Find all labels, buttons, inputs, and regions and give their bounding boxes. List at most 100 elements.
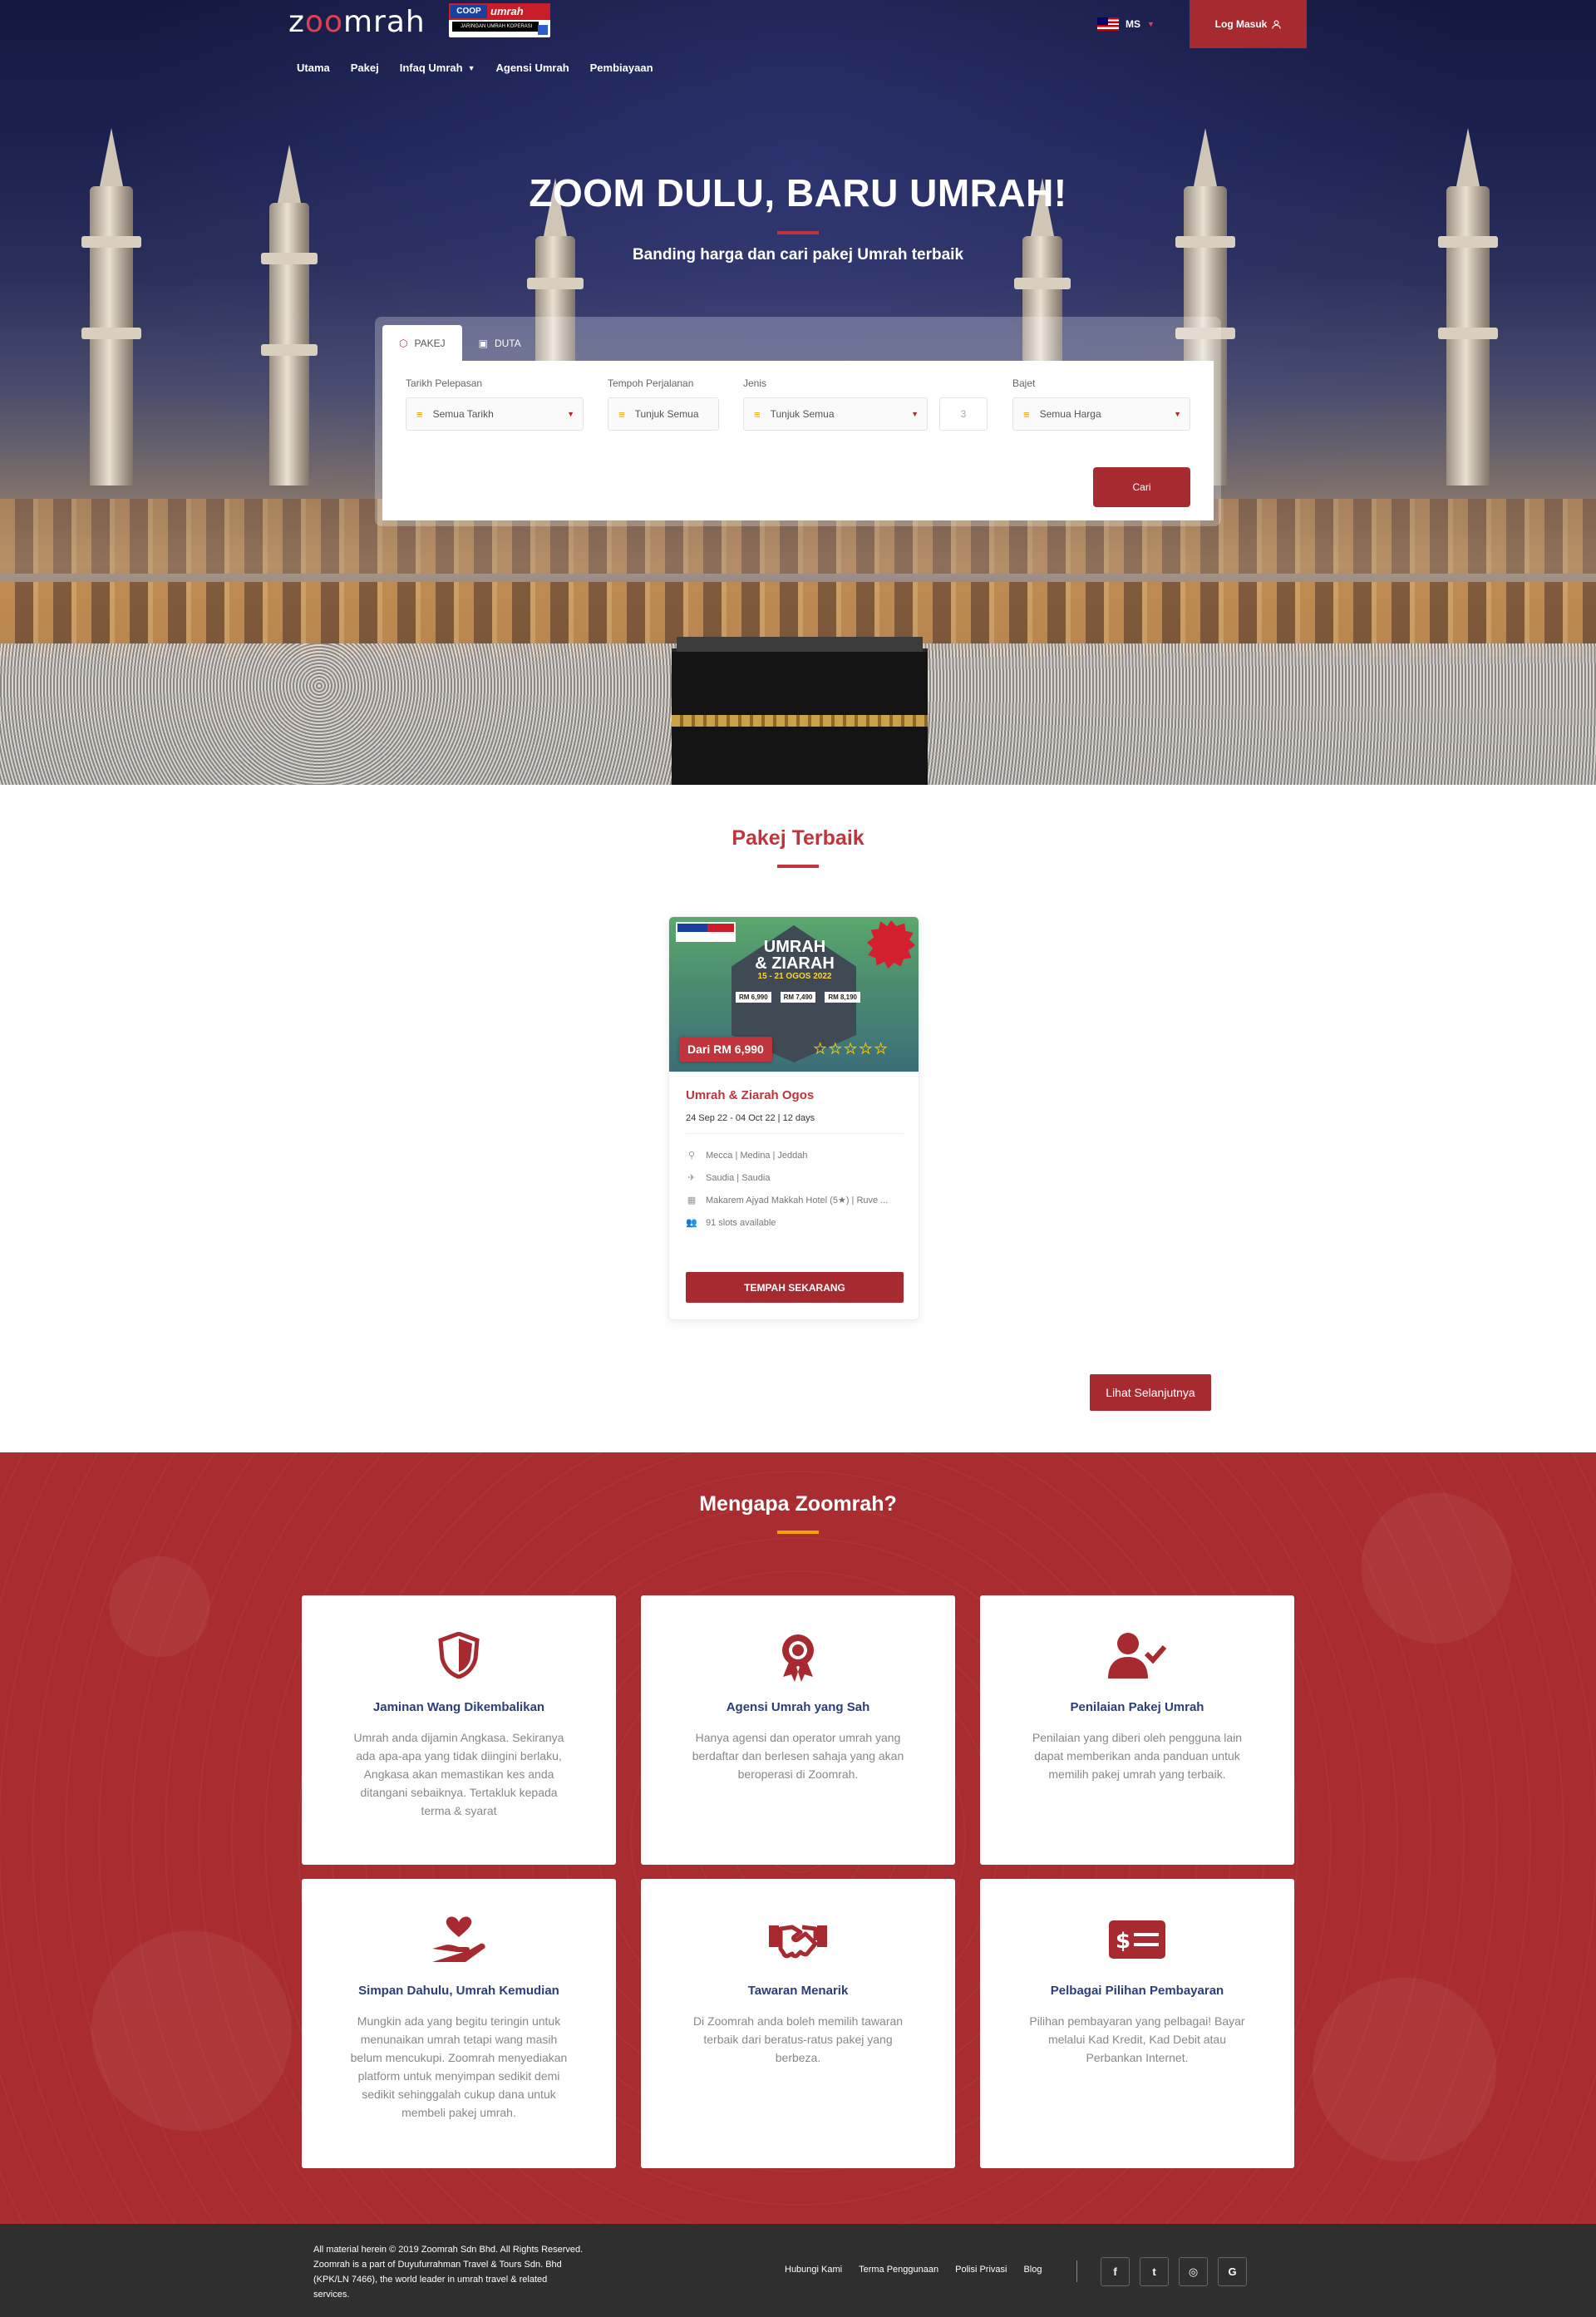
why-card-offers: Tawaran Menarik Di Zoomrah anda boleh me… xyxy=(641,1879,955,2168)
budget-select[interactable]: ≡ Semua Harga ▼ xyxy=(1012,397,1190,431)
package-poster[interactable]: UMRAH & ZIARAH 15 - 21 OGOS 2022 RM 6,990… xyxy=(669,917,919,1072)
instagram-icon[interactable]: ◎ xyxy=(1179,2257,1208,2286)
poster-date: 15 - 21 OGOS 2022 xyxy=(757,972,832,981)
departure-select[interactable]: ≡ Semua Tarikh ▼ xyxy=(406,397,584,431)
handshake-icon xyxy=(641,1915,955,1962)
why-card-savings: Simpan Dahulu, Umrah Kemudian Mungkin ad… xyxy=(302,1879,616,2168)
why-card-text: Mungkin ada yang begitu teringin untuk m… xyxy=(350,2014,568,2119)
nav-pembiayaan[interactable]: Pembiayaan xyxy=(590,62,653,74)
user-icon xyxy=(1272,19,1282,29)
book-now-button[interactable]: TEMPAH SEKARANG xyxy=(686,1272,904,1303)
footer-link-terms[interactable]: Terma Penggunaan xyxy=(859,2265,938,2275)
menu-icon: ≡ xyxy=(754,407,761,421)
package-name[interactable]: Umrah & Ziarah Ogos xyxy=(686,1088,814,1102)
footer-links: Hubungi Kami Terma Penggunaan Polisi Pri… xyxy=(785,2265,1042,2275)
package-slots: 👥 91 slots available xyxy=(686,1217,776,1229)
why-card-refund: Jaminan Wang Dikembalikan Umrah anda dij… xyxy=(302,1595,616,1865)
footer-link-privacy[interactable]: Polisi Privasi xyxy=(955,2265,1007,2275)
best-packages-title: Pakej Terbaik xyxy=(732,826,864,850)
type-select[interactable]: ≡ Tunjuk Semua ▼ xyxy=(743,397,928,431)
star-icon: ★ xyxy=(829,1041,842,1057)
main-nav: Utama Pakej Infaq Umrah ▼ Agensi Umrah Pe… xyxy=(297,62,653,74)
why-title: Mengapa Zoomrah? xyxy=(699,1492,897,1516)
nav-infaq-umrah[interactable]: Infaq Umrah ▼ xyxy=(400,62,475,74)
package-hotel: ▦ Makarem Ajyad Makkah Hotel (5★) | Ruve … xyxy=(687,1195,889,1205)
money-check-icon: $ xyxy=(980,1915,1294,1962)
language-selector[interactable]: MS ▼ xyxy=(1097,17,1155,31)
why-card-text: Pilihan pembayaran yang pelbagai! Bayar … xyxy=(1029,2014,1245,2064)
footer: All material herein © 2019 Zoomrah Sdn B… xyxy=(0,2224,1596,2317)
minaret-right-outer xyxy=(1438,186,1498,486)
award-icon xyxy=(641,1632,955,1682)
nav-utama[interactable]: Utama xyxy=(297,62,330,74)
menu-icon: ≡ xyxy=(1023,407,1030,421)
why-card-rating: Penilaian Pakej Umrah Penilaian yang dib… xyxy=(980,1595,1294,1865)
minaret-left-inner xyxy=(261,203,318,486)
divider xyxy=(686,1133,904,1134)
google-icon[interactable]: G xyxy=(1218,2257,1247,2286)
hero-subtitle: Banding harga dan cari pakej Umrah terba… xyxy=(632,246,964,264)
minaret-left-outer xyxy=(81,186,141,486)
package-card[interactable]: UMRAH & ZIARAH 15 - 21 OGOS 2022 RM 6,990… xyxy=(668,916,919,1320)
why-card-agency: Agensi Umrah yang Sah Hanya agensi dan o… xyxy=(641,1595,955,1865)
chevron-down-icon: ▼ xyxy=(911,410,919,418)
footer-separator xyxy=(1076,2260,1077,2282)
footer-link-contact[interactable]: Hubungi Kami xyxy=(785,2265,842,2275)
search-panel: Tarikh Pelepasan ≡ Semua Tarikh ▼ Tempoh… xyxy=(382,361,1214,520)
why-divider xyxy=(777,1531,819,1534)
menu-icon: ≡ xyxy=(416,407,423,421)
see-more-button[interactable]: Lihat Selanjutnya xyxy=(1090,1374,1211,1411)
why-card-title: Jaminan Wang Dikembalikan xyxy=(372,1700,545,1714)
chevron-down-icon: ▼ xyxy=(1174,410,1181,418)
tab-pakej[interactable]: ⬡ PAKEJ xyxy=(382,325,462,361)
package-dates: 24 Sep 22 - 04 Oct 22 | 12 days xyxy=(686,1113,815,1123)
user-check-icon xyxy=(980,1632,1294,1679)
users-icon: 👥 xyxy=(686,1218,697,1228)
kaaba xyxy=(672,637,928,785)
footer-link-blog[interactable]: Blog xyxy=(1023,2265,1042,2275)
search-tabs: ⬡ PAKEJ ▣ DUTA xyxy=(382,325,538,361)
why-card-text: Hanya agensi dan operator umrah yang ber… xyxy=(692,1731,904,1781)
why-card-text: Di Zoomrah anda boleh memilih tawaran te… xyxy=(692,2014,904,2064)
best-packages-divider xyxy=(777,865,819,868)
tab-duta[interactable]: ▣ DUTA xyxy=(462,325,538,361)
rating-stars: ★ ★ ★ ★ ★ xyxy=(813,1041,888,1057)
pax-input[interactable]: 3 xyxy=(939,397,988,431)
hero-section: zoomrah COOP umrah JARINGAN UMRAH KOPERAS… xyxy=(0,0,1596,785)
star-icon: ★ xyxy=(859,1041,872,1057)
plane-icon: ✈ xyxy=(687,1173,696,1183)
star-icon: ★ xyxy=(874,1041,888,1057)
logo-wordmark: zoomrah xyxy=(288,4,426,39)
twitter-icon[interactable]: t xyxy=(1140,2257,1169,2286)
coop-umrah-badge: COOP umrah JARINGAN UMRAH KOPERASI xyxy=(449,3,550,37)
nav-pakej[interactable]: Pakej xyxy=(351,62,379,74)
id-card-icon: ▣ xyxy=(478,337,488,349)
search-button[interactable]: Cari xyxy=(1093,467,1190,507)
why-card-text: Umrah anda dijamin Angkasa. Sekiranya ad… xyxy=(353,1731,564,1817)
hero-divider xyxy=(777,231,819,234)
budget-label: Bajet xyxy=(1012,377,1036,389)
social-links: f t ◎ G xyxy=(1101,2257,1247,2286)
why-card-title: Pelbagai Pilihan Pembayaran xyxy=(1050,1984,1224,1998)
facebook-icon[interactable]: f xyxy=(1101,2257,1130,2286)
type-label: Jenis xyxy=(743,377,767,389)
badge-icon xyxy=(538,25,548,35)
hand-heart-icon xyxy=(302,1915,616,1962)
package-airline: ✈ Saudia | Saudia xyxy=(686,1172,770,1184)
svg-text:$: $ xyxy=(1116,1929,1130,1954)
chevron-down-icon: ▼ xyxy=(1147,20,1155,28)
nav-agensi-umrah[interactable]: Agensi Umrah xyxy=(496,62,569,74)
departure-label: Tarikh Pelepasan xyxy=(406,377,483,389)
why-card-text: Penilaian yang diberi oleh pengguna lain… xyxy=(1032,1731,1243,1781)
chevron-down-icon: ▼ xyxy=(467,63,475,72)
why-card-payment: $ Pelbagai Pilihan Pembayaran Pilihan pe… xyxy=(980,1879,1294,2168)
zoomrah-logo[interactable]: zoomrah xyxy=(288,3,426,40)
why-card-title: Simpan Dahulu, Umrah Kemudian xyxy=(358,1984,559,1998)
shield-icon xyxy=(302,1632,616,1679)
map-pin-icon: ⚲ xyxy=(687,1151,696,1161)
duration-select[interactable]: ≡ Tunjuk Semua xyxy=(608,397,719,431)
price-tag: Dari RM 6,990 xyxy=(679,1037,772,1062)
package-location: ⚲ Mecca | Medina | Jeddah xyxy=(686,1150,808,1161)
star-icon: ★ xyxy=(813,1041,827,1057)
login-button[interactable]: Log Masuk xyxy=(1190,0,1307,48)
